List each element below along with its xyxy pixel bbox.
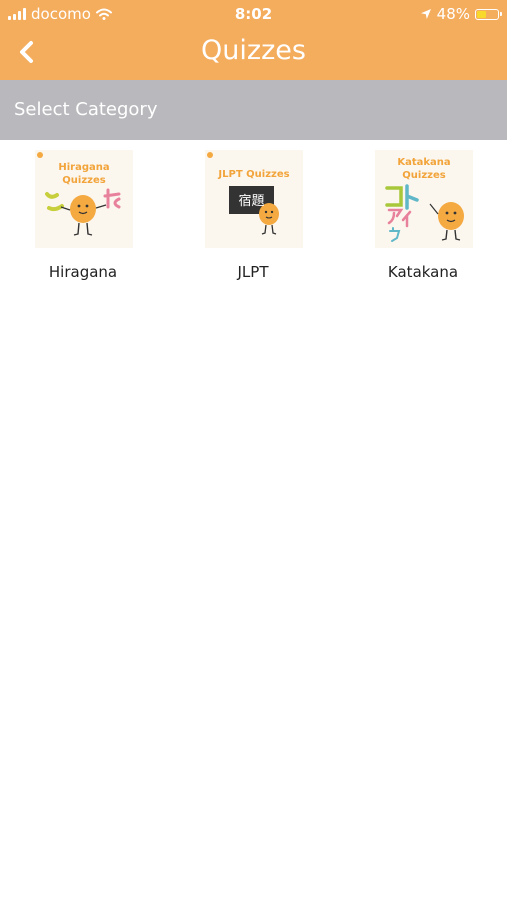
category-item-hiragana[interactable]: Hiragana Quizzes Hiragana (13, 150, 153, 290)
katakana-thumbnail: Katakana Quizzes (375, 150, 473, 248)
status-bar: docomo 8:02 48% (0, 0, 507, 28)
jlpt-thumbnail: JLPT Quizzes 宿題 (205, 150, 303, 248)
mascot-illustration (37, 152, 121, 236)
board-text: 宿題 (238, 194, 265, 209)
page-title: Quizzes (201, 35, 306, 66)
category-grid: Hiragana Quizzes Hiragana JLPT Quizzes 宿… (0, 140, 507, 300)
location-arrow-icon (420, 9, 431, 19)
battery-percent: 48% (436, 5, 470, 23)
battery-fill (477, 10, 486, 18)
katakana-label: Katakana (387, 263, 459, 281)
hiragana-label: Hiragana (48, 263, 118, 281)
section-header: Select Category (0, 80, 507, 140)
jlpt-label: JLPT (237, 263, 269, 281)
battery-cap (500, 12, 502, 16)
category-item-katakana[interactable]: Katakana Quizzes Katakana (353, 150, 493, 290)
hiragana-thumbnail: Hiragana Quizzes (35, 150, 133, 248)
category-item-jlpt[interactable]: JLPT Quizzes 宿題 JLPT (183, 150, 323, 290)
status-right: 48% (420, 5, 502, 23)
mascot-illustration (385, 184, 464, 242)
section-title: Select Category (14, 99, 158, 120)
nav-bar: Quizzes (0, 28, 507, 80)
battery-icon (475, 8, 502, 20)
